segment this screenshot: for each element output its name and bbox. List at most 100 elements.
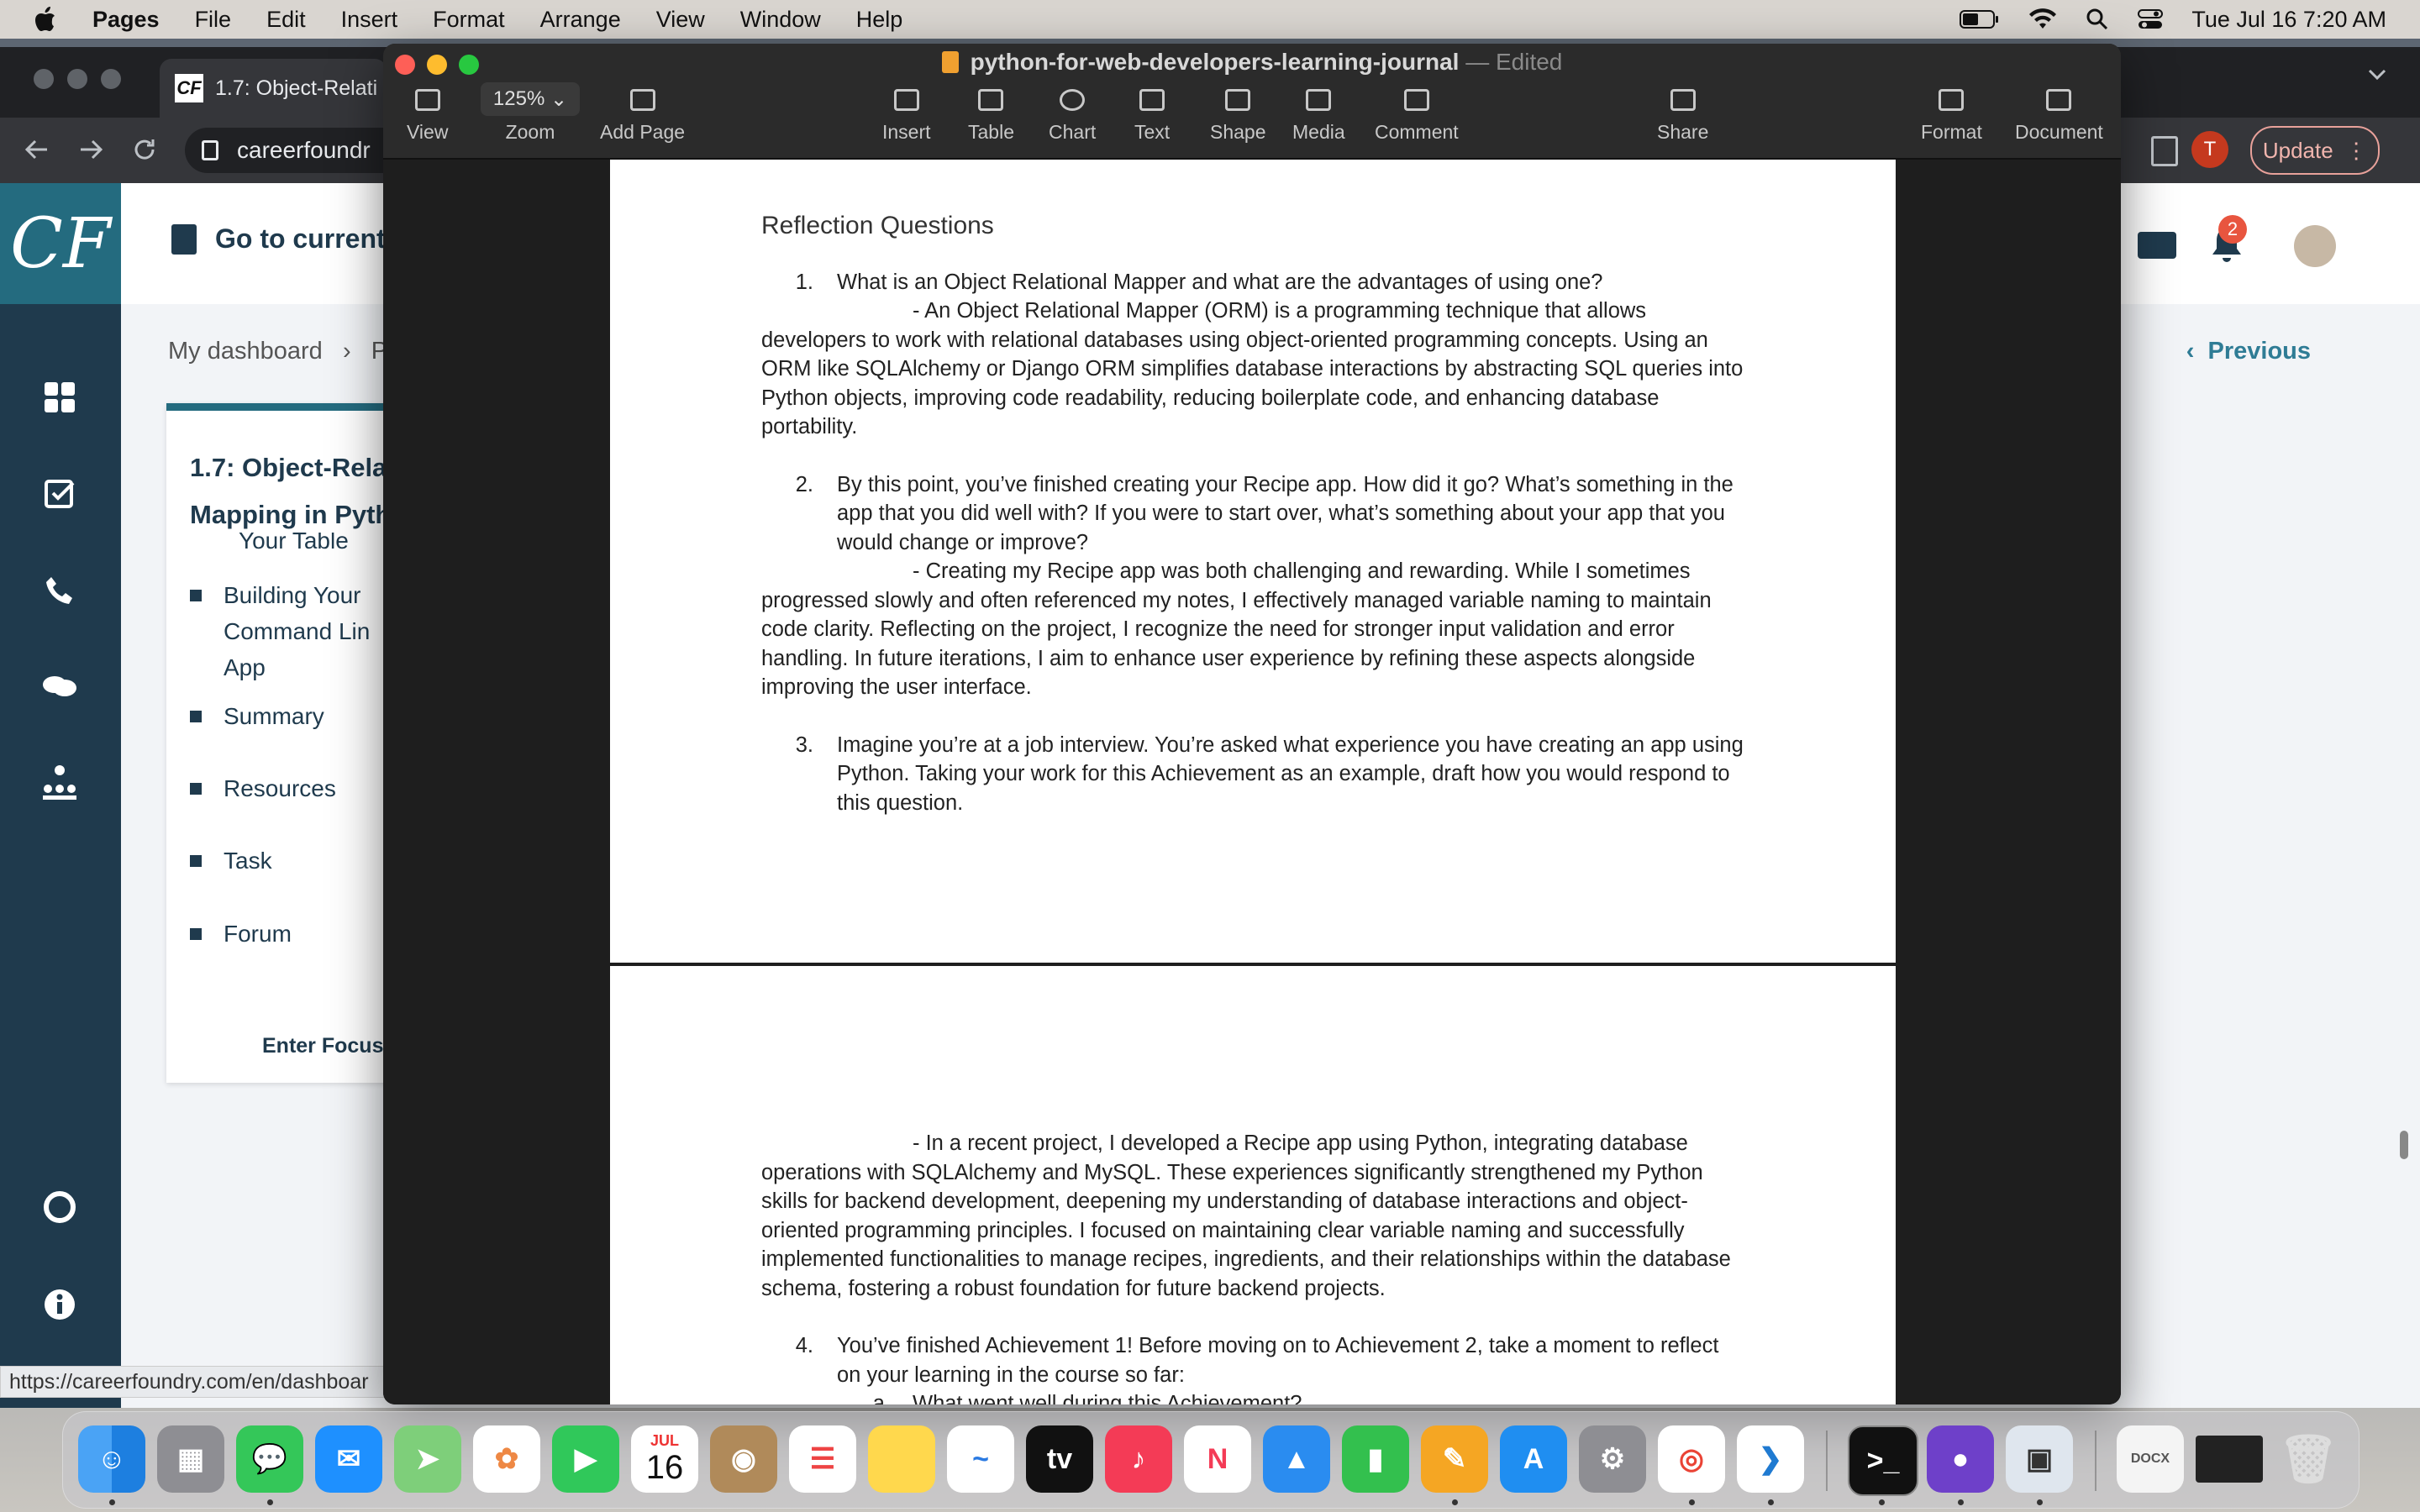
app-store-icon[interactable]: A: [1500, 1425, 1567, 1493]
pages-icon[interactable]: ✎: [1421, 1425, 1488, 1493]
info-icon[interactable]: [40, 1285, 79, 1324]
menu-edit[interactable]: Edit: [266, 7, 306, 33]
title-separator: —: [1465, 49, 1490, 75]
messages-envelope-icon[interactable]: [2138, 232, 2176, 259]
facetime-icon[interactable]: ▶: [552, 1425, 619, 1493]
outline-item-summary[interactable]: Summary: [190, 698, 324, 734]
previous-link[interactable]: ‹ Previous: [2186, 338, 2311, 365]
help-lifebuoy-icon[interactable]: [40, 1188, 79, 1226]
menu-window[interactable]: Window: [740, 7, 821, 33]
people-network-icon[interactable]: [40, 763, 79, 801]
chart-button[interactable]: Chart: [1049, 89, 1096, 144]
system-settings-icon[interactable]: ⚙: [1579, 1425, 1646, 1493]
terminal-icon[interactable]: >_: [1848, 1425, 1918, 1496]
docx-file-icon[interactable]: DOCX: [2117, 1425, 2184, 1493]
careerfoundry-logo[interactable]: CF: [0, 183, 121, 304]
menu-insert[interactable]: Insert: [341, 7, 398, 33]
address-bar[interactable]: careerfoundr: [185, 128, 412, 173]
finder-icon[interactable]: ☺: [78, 1425, 145, 1493]
question-1: 1. What is an Object Relational Mapper an…: [761, 268, 1744, 297]
keynote-icon[interactable]: ▲: [1263, 1425, 1330, 1493]
menu-help[interactable]: Help: [856, 7, 903, 33]
music-icon[interactable]: ♪: [1105, 1425, 1172, 1493]
view-button[interactable]: View: [407, 89, 448, 144]
outline-item-forum[interactable]: Forum: [190, 916, 292, 952]
maps-icon[interactable]: ➤: [394, 1425, 461, 1493]
community-chat-icon[interactable]: [40, 667, 79, 706]
comment-button[interactable]: Comment: [1375, 89, 1459, 144]
github-icon[interactable]: ●: [1927, 1425, 1994, 1493]
menu-app-pages[interactable]: Pages: [92, 7, 160, 33]
vscode-icon[interactable]: ❯: [1737, 1425, 1804, 1493]
menu-arrange[interactable]: Arrange: [540, 7, 621, 33]
media-button[interactable]: Media: [1292, 89, 1345, 144]
preview-icon[interactable]: ▣: [2006, 1425, 2073, 1493]
photos-icon[interactable]: ✿: [473, 1425, 540, 1493]
browser-tab[interactable]: CF 1.7: Object-Relati: [160, 59, 387, 118]
menu-format[interactable]: Format: [433, 7, 505, 33]
trash-icon[interactable]: 🗑: [2275, 1425, 2342, 1493]
freeform-icon[interactable]: ~: [947, 1425, 1014, 1493]
forward-arrow-icon[interactable]: [77, 136, 104, 163]
battery-icon[interactable]: [1960, 9, 2000, 29]
page-2[interactable]: - In a recent project, I developed a Rec…: [610, 966, 1896, 1404]
document-button[interactable]: Document: [2015, 89, 2103, 144]
update-button[interactable]: Update ⋮: [2250, 126, 2380, 175]
control-center-icon[interactable]: [2138, 8, 2164, 30]
format-button[interactable]: Format: [1921, 89, 1982, 144]
news-icon[interactable]: N: [1184, 1425, 1251, 1493]
calendar-icon[interactable]: JUL 16: [631, 1425, 698, 1493]
reload-icon[interactable]: [131, 136, 158, 163]
numbers-icon[interactable]: ▮: [1342, 1425, 1409, 1493]
document-canvas[interactable]: Reflection Questions 1. What is an Object…: [383, 160, 2121, 1404]
minimize-window-button[interactable]: [67, 69, 87, 89]
tab-search-chevron-icon[interactable]: [2368, 69, 2386, 81]
outline-item-resources[interactable]: Resources: [190, 770, 336, 806]
outline-item-building[interactable]: Building Your Command Lin App: [190, 577, 383, 685]
outline-item-partial[interactable]: Your Table: [239, 533, 349, 554]
messages-icon[interactable]: 💬: [236, 1425, 303, 1493]
question-text: What is an Object Relational Mapper and …: [837, 270, 1603, 294]
outline-item-task[interactable]: Task: [190, 843, 272, 879]
profile-avatar[interactable]: T: [2191, 131, 2228, 168]
bullet-icon: [190, 855, 202, 867]
tasks-checkbox-icon[interactable]: [40, 474, 79, 512]
page-1[interactable]: Reflection Questions 1. What is an Object…: [610, 160, 1896, 963]
notes-icon[interactable]: [868, 1425, 935, 1493]
back-arrow-icon[interactable]: [24, 136, 50, 163]
close-window-button[interactable]: [34, 69, 54, 89]
menu-file[interactable]: File: [195, 7, 232, 33]
spotlight-search-icon[interactable]: [2086, 8, 2109, 31]
wifi-icon[interactable]: [2028, 8, 2057, 30]
chrome-icon[interactable]: ◎: [1658, 1425, 1725, 1493]
go-to-current-link[interactable]: Go to current: [171, 223, 386, 255]
careerfoundry-favicon: CF: [175, 74, 203, 102]
zoom-dropdown[interactable]: 125% ⌄: [481, 82, 580, 116]
share-button[interactable]: Share: [1657, 89, 1708, 144]
contacts-icon[interactable]: ◉: [710, 1425, 777, 1493]
shape-button[interactable]: Shape: [1210, 89, 1266, 144]
add-page-button[interactable]: Add Page: [600, 89, 685, 144]
page-1-body[interactable]: Reflection Questions 1. What is an Object…: [761, 212, 1744, 817]
table-button[interactable]: Table: [968, 89, 1014, 144]
user-avatar[interactable]: [2294, 225, 2336, 267]
insert-button[interactable]: Insert: [882, 89, 931, 144]
text-button[interactable]: Text: [1134, 89, 1170, 144]
launchpad-icon[interactable]: ▦: [157, 1425, 224, 1493]
page-scrollbar-thumb[interactable]: [2400, 1131, 2408, 1159]
side-panel-icon[interactable]: [2151, 136, 2178, 166]
menu-clock[interactable]: Tue Jul 16 7:20 AM: [2191, 7, 2386, 33]
mail-icon[interactable]: ✉: [315, 1425, 382, 1493]
menu-view[interactable]: View: [656, 7, 705, 33]
enter-focus-button[interactable]: Enter Focus: [262, 1034, 383, 1058]
tv-icon[interactable]: tv: [1026, 1425, 1093, 1493]
dashboard-grid-icon[interactable]: [40, 378, 79, 417]
breadcrumb-dashboard-link[interactable]: My dashboard: [168, 338, 323, 365]
page-2-body[interactable]: - In a recent project, I developed a Rec…: [761, 1129, 1744, 1404]
apple-icon[interactable]: [34, 5, 59, 34]
reminders-icon[interactable]: ☰: [789, 1425, 856, 1493]
screenshot-file-icon[interactable]: [2196, 1436, 2263, 1483]
zoom-control[interactable]: 125% ⌄ Zoom: [481, 82, 580, 144]
zoom-window-button[interactable]: [101, 69, 121, 89]
phone-icon[interactable]: [40, 571, 79, 610]
